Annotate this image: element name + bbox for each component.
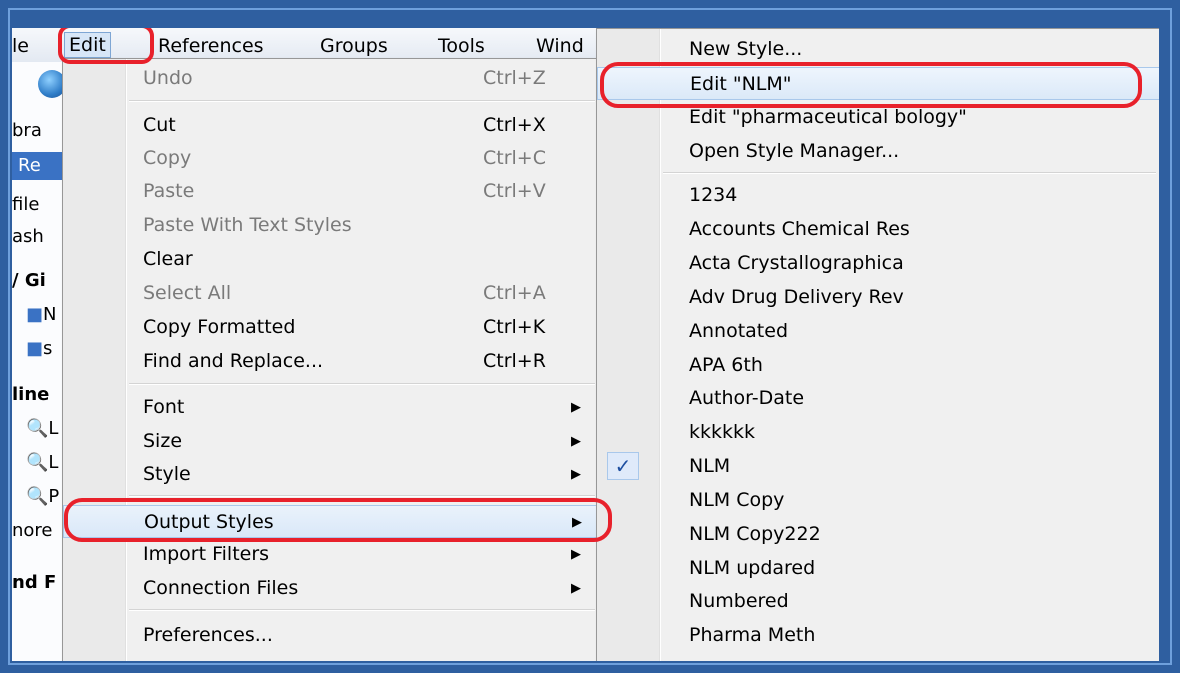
menu-item-connection-files[interactable]: Connection Files ▶: [63, 572, 599, 605]
menu-groups[interactable]: Groups: [320, 34, 388, 58]
style-item-1234[interactable]: 1234: [597, 179, 1159, 212]
menu-separator: [129, 383, 595, 385]
menu-separator: [129, 495, 595, 497]
sidebar-group-item[interactable]: ■N: [26, 304, 56, 325]
menu-references[interactable]: References: [158, 34, 264, 58]
submenu-arrow-icon: ▶: [571, 400, 581, 415]
menu-edit[interactable]: Edit: [64, 32, 111, 58]
sidebar-text: bra: [12, 120, 42, 141]
sidebar-group-header: nd F: [12, 572, 57, 593]
style-item-nlm-copy222[interactable]: NLM Copy222: [597, 518, 1159, 551]
menu-item-font[interactable]: Font ▶: [63, 391, 599, 424]
submenu-arrow-icon: ▶: [572, 515, 582, 530]
sidebar-group-header: line: [12, 384, 50, 405]
app-window: le Edit References Groups Tools Wind bra…: [12, 28, 1159, 661]
style-item-nlm-copy[interactable]: NLM Copy: [597, 484, 1159, 517]
style-item-adv-drug-delivery-rev[interactable]: Adv Drug Delivery Rev: [597, 281, 1159, 314]
menu-item-output-styles[interactable]: Output Styles ▶: [63, 505, 599, 538]
menu-item-import-filters[interactable]: Import Filters ▶: [63, 538, 599, 571]
menu-item-new-style[interactable]: New Style...: [597, 33, 1159, 66]
sidebar-text[interactable]: file: [12, 194, 39, 215]
style-item-apa-6th[interactable]: APA 6th: [597, 349, 1159, 382]
menu-item-clear[interactable]: Clear: [63, 243, 599, 276]
menu-item-open-style-manager[interactable]: Open Style Manager...: [597, 135, 1159, 168]
menu-item-paste[interactable]: Paste Ctrl+V: [63, 175, 599, 208]
style-item-pharma-meth[interactable]: Pharma Meth: [597, 619, 1159, 652]
sidebar-item-label: Re: [18, 155, 41, 176]
submenu-arrow-icon: ▶: [571, 434, 581, 449]
edit-menu: Undo Ctrl+Z Cut Ctrl+X Copy Ctrl+C Paste Ctr…: [62, 58, 600, 661]
menu-item-find-and-replace[interactable]: Find and Replace... Ctrl+R: [63, 345, 599, 378]
sidebar-group-header: / Gi: [12, 270, 46, 291]
menu-item-undo[interactable]: Undo Ctrl+Z: [63, 62, 599, 95]
output-styles-submenu: New Style... Edit "NLM" Edit "pharmaceut…: [596, 28, 1159, 661]
menu-file[interactable]: le: [12, 34, 29, 58]
menu-separator: [663, 172, 1156, 174]
menu-item-size[interactable]: Size ▶: [63, 425, 599, 458]
sidebar-text[interactable]: ash: [12, 226, 44, 247]
menu-item-cut[interactable]: Cut Ctrl+X: [63, 109, 599, 142]
menu-separator: [129, 609, 595, 611]
sidebar: bra Re file ash / Gi ■N ■s line 🔍L 🔍L 🔍P…: [12, 62, 66, 661]
style-item-numbered[interactable]: Numbered: [597, 585, 1159, 618]
folder-icon: ■: [26, 338, 44, 359]
menu-item-preferences[interactable]: Preferences...: [63, 619, 599, 652]
style-item-nlm-updared[interactable]: NLM updared: [597, 552, 1159, 585]
search-icon: 🔍: [26, 418, 49, 439]
style-item-nlm[interactable]: ✓ NLM: [597, 450, 1159, 483]
menu-item-style[interactable]: Style ▶: [63, 458, 599, 491]
search-icon: 🔍: [26, 452, 49, 473]
style-item-annotated[interactable]: Annotated: [597, 315, 1159, 348]
folder-icon: ■: [26, 304, 44, 325]
menu-item-edit-pharmaceutical-bology[interactable]: Edit "pharmaceutical bology": [597, 101, 1159, 134]
checkmark-icon: ✓: [607, 452, 639, 480]
submenu-arrow-icon: ▶: [571, 581, 581, 596]
style-item-accounts-chemical-res[interactable]: Accounts Chemical Res: [597, 213, 1159, 246]
search-icon: 🔍: [26, 486, 49, 507]
sidebar-more-link[interactable]: nore: [12, 520, 53, 541]
menu-item-paste-with-text-styles[interactable]: Paste With Text Styles: [63, 209, 599, 242]
style-item-author-date[interactable]: Author-Date: [597, 382, 1159, 415]
style-item-acta-crystallographica[interactable]: Acta Crystallographica: [597, 247, 1159, 280]
submenu-arrow-icon: ▶: [571, 467, 581, 482]
sidebar-online-item[interactable]: 🔍P: [26, 486, 59, 507]
sidebar-group-item[interactable]: ■s: [26, 338, 52, 359]
sidebar-online-item[interactable]: 🔍L: [26, 452, 58, 473]
menu-window[interactable]: Wind: [536, 34, 584, 58]
menu-tools[interactable]: Tools: [438, 34, 485, 58]
sidebar-selected-item[interactable]: Re: [12, 152, 64, 180]
menu-item-edit-nlm[interactable]: Edit "NLM": [597, 67, 1159, 100]
submenu-arrow-icon: ▶: [571, 547, 581, 562]
sidebar-online-item[interactable]: 🔍L: [26, 418, 58, 439]
menu-separator: [129, 100, 595, 102]
style-item-kkkkkk[interactable]: kkkkkk: [597, 416, 1159, 449]
menu-item-copy[interactable]: Copy Ctrl+C: [63, 142, 599, 175]
menu-item-select-all[interactable]: Select All Ctrl+A: [63, 277, 599, 310]
menu-item-copy-formatted[interactable]: Copy Formatted Ctrl+K: [63, 311, 599, 344]
